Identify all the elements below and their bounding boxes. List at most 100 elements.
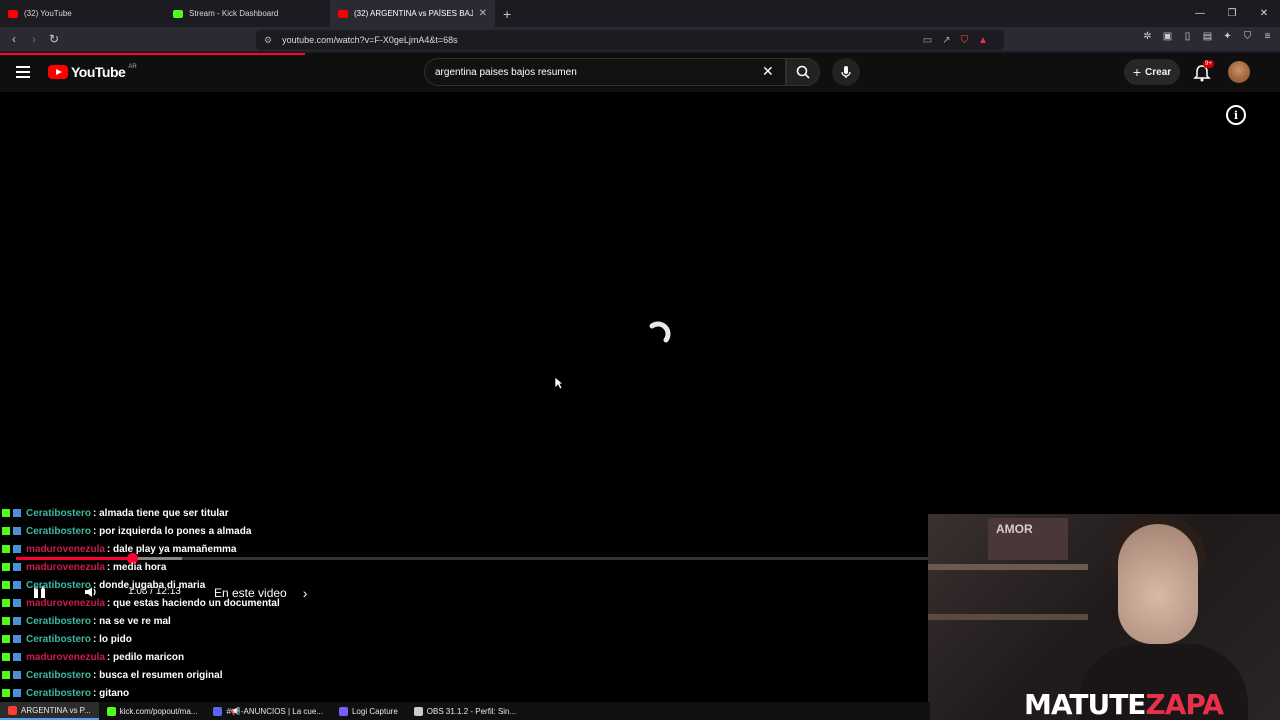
reload-icon[interactable]: ↻ — [44, 32, 64, 46]
search-value: argentina paises bajos resumen — [435, 66, 577, 78]
tab-label: (32) ARGENTINA vs PAÍSES BAJOS — [354, 9, 473, 18]
kick-badge-icon — [2, 545, 10, 553]
avatar[interactable] — [1228, 61, 1250, 83]
chat-text: : lo pido — [93, 633, 132, 645]
tab-argentina-video[interactable]: (32) ARGENTINA vs PAÍSES BAJOS ✕ — [330, 0, 495, 27]
streamer-face — [1118, 524, 1198, 644]
kick-badge-icon — [2, 509, 10, 517]
platform-badge-icon — [13, 635, 21, 643]
url-bar[interactable]: ⚙ youtube.com/watch?v=F-X0geLjmA4&t=68s … — [256, 30, 1004, 50]
platform-badge-icon — [13, 653, 21, 661]
taskbar-item[interactable]: kick.com/popout/ma... — [99, 702, 206, 720]
hamburger-menu-icon[interactable] — [16, 66, 30, 78]
kick-badge-icon — [2, 581, 10, 589]
shelf — [928, 564, 1088, 570]
microphone-icon — [841, 66, 851, 78]
tabs-icon[interactable]: ▤ — [1201, 31, 1214, 44]
browser-tab-bar: (32) YouTube Stream - Kick Dashboard (32… — [0, 0, 1280, 27]
minimize-icon[interactable]: — — [1184, 8, 1216, 19]
chat-message: madurovenezula : pedilo maricon — [0, 648, 930, 666]
taskbar-item-label: kick.com/popout/ma... — [119, 706, 198, 716]
forward-icon[interactable]: › — [24, 32, 44, 46]
poster-text: AMOR — [996, 522, 1033, 536]
sidebar-icon[interactable]: ▯ — [1181, 31, 1194, 44]
brand-red: ZAPA — [1145, 688, 1224, 720]
tab-youtube[interactable]: (32) YouTube — [0, 0, 165, 27]
chat-message: madurovenezula : dale play ya mamañemma — [0, 540, 930, 558]
browser-toolbar: ✲ ▣ ▯ ▤ ✦ ⛉ ≡ — [1141, 31, 1274, 44]
shield-icon[interactable]: ⛉ — [961, 35, 969, 46]
taskbar-item[interactable]: ARGENTINA vs P... — [0, 702, 99, 720]
search-button[interactable] — [786, 58, 820, 86]
stream-chat-overlay: Ceratibostero : almada tiene que ser tit… — [0, 504, 930, 702]
share-icon[interactable]: ↗ — [942, 35, 950, 46]
tab-label: (32) YouTube — [24, 9, 72, 18]
webcam-overlay: AMOR MATUTEZAPA — [928, 514, 1280, 720]
wallet-icon[interactable]: ▣ — [1161, 31, 1174, 44]
platform-badge-icon — [13, 563, 21, 571]
search-input[interactable]: argentina paises bajos resumen — [424, 58, 786, 86]
chat-username: Ceratibostero — [26, 507, 92, 519]
taskbar-item[interactable]: OBS 31.1.2 - Perfil: Sin... — [406, 702, 524, 720]
kick-badge-icon — [2, 689, 10, 697]
close-tab-icon[interactable]: ✕ — [479, 8, 487, 19]
url-text: youtube.com/watch?v=F-X0geLjmA4&t=68s — [282, 35, 458, 45]
youtube-play-logo-icon — [48, 65, 68, 79]
close-window-icon[interactable]: ✕ — [1248, 8, 1280, 19]
back-icon[interactable]: ‹ — [4, 32, 24, 46]
rewards-icon[interactable]: ▲ — [978, 35, 988, 46]
chat-username: madurovenezula — [26, 651, 105, 663]
tab-kick-dashboard[interactable]: Stream - Kick Dashboard — [165, 0, 330, 27]
mouse-cursor-icon — [554, 376, 564, 390]
clear-search-icon[interactable]: ✕ — [762, 63, 774, 80]
youtube-favicon-icon — [338, 9, 348, 18]
youtube-logo[interactable]: YouTube AR — [48, 64, 137, 80]
url-actions: ▭ ↗ ⛉ ▲ — [923, 35, 988, 46]
chat-username: Ceratibostero — [26, 687, 92, 699]
menu-icon[interactable]: ≡ — [1261, 31, 1274, 44]
platform-badge-icon — [13, 545, 21, 553]
chat-username: madurovenezula — [26, 543, 105, 555]
platform-badge-icon — [13, 671, 21, 679]
chat-username: madurovenezula — [26, 597, 105, 609]
chat-text: : na se ve re mal — [93, 615, 171, 627]
info-icon[interactable]: i — [1226, 105, 1246, 125]
voice-search-button[interactable] — [832, 58, 860, 86]
taskbar-item[interactable]: Logi Capture — [331, 702, 406, 720]
app-icon — [338, 706, 348, 716]
window-controls: — ❐ ✕ — [1184, 0, 1280, 27]
chat-message: Ceratibostero : almada tiene que ser tit… — [0, 504, 930, 522]
extensions-icon[interactable]: ✲ — [1141, 31, 1154, 44]
vpn-icon[interactable]: ⛉ — [1241, 31, 1254, 44]
cast-icon[interactable]: ▭ — [923, 35, 932, 46]
platform-badge-icon — [13, 599, 21, 607]
site-info-icon[interactable]: ⚙ — [264, 35, 272, 46]
chat-message: Ceratibostero : lo pido — [0, 630, 930, 648]
chat-text: : por izquierda lo pones a almada — [93, 525, 252, 537]
plus-icon: + — [1132, 64, 1142, 80]
platform-badge-icon — [13, 689, 21, 697]
logo-text: YouTube — [71, 64, 126, 80]
chat-text: : almada tiene que ser titular — [93, 507, 229, 519]
kick-badge-icon — [2, 653, 10, 661]
chat-username: Ceratibostero — [26, 525, 92, 537]
chat-text: : busca el resumen original — [93, 669, 223, 681]
chat-username: Ceratibostero — [26, 579, 92, 591]
chat-username: Ceratibostero — [26, 615, 92, 627]
chat-message: Ceratibostero : por izquierda lo pones a… — [0, 522, 930, 540]
kick-badge-icon — [2, 617, 10, 625]
chat-text: : pedilo maricon — [106, 651, 185, 663]
chat-message: madurovenezula : que estas haciendo un d… — [0, 594, 930, 612]
chat-username: Ceratibostero — [26, 669, 92, 681]
create-button[interactable]: + Crear — [1124, 59, 1180, 85]
chat-text: : que estas haciendo un documental — [106, 597, 280, 609]
leo-icon[interactable]: ✦ — [1221, 31, 1234, 44]
chat-text: : gitano — [93, 687, 130, 699]
platform-badge-icon — [13, 509, 21, 517]
new-tab-button[interactable]: + — [503, 6, 511, 22]
chat-message: madurovenezula : media hora — [0, 558, 930, 576]
taskbar-item[interactable]: #📢-ANUNCIOS | La cue... — [205, 702, 331, 720]
restore-icon[interactable]: ❐ — [1216, 8, 1248, 19]
app-icon — [413, 706, 423, 716]
chat-username: Ceratibostero — [26, 633, 92, 645]
